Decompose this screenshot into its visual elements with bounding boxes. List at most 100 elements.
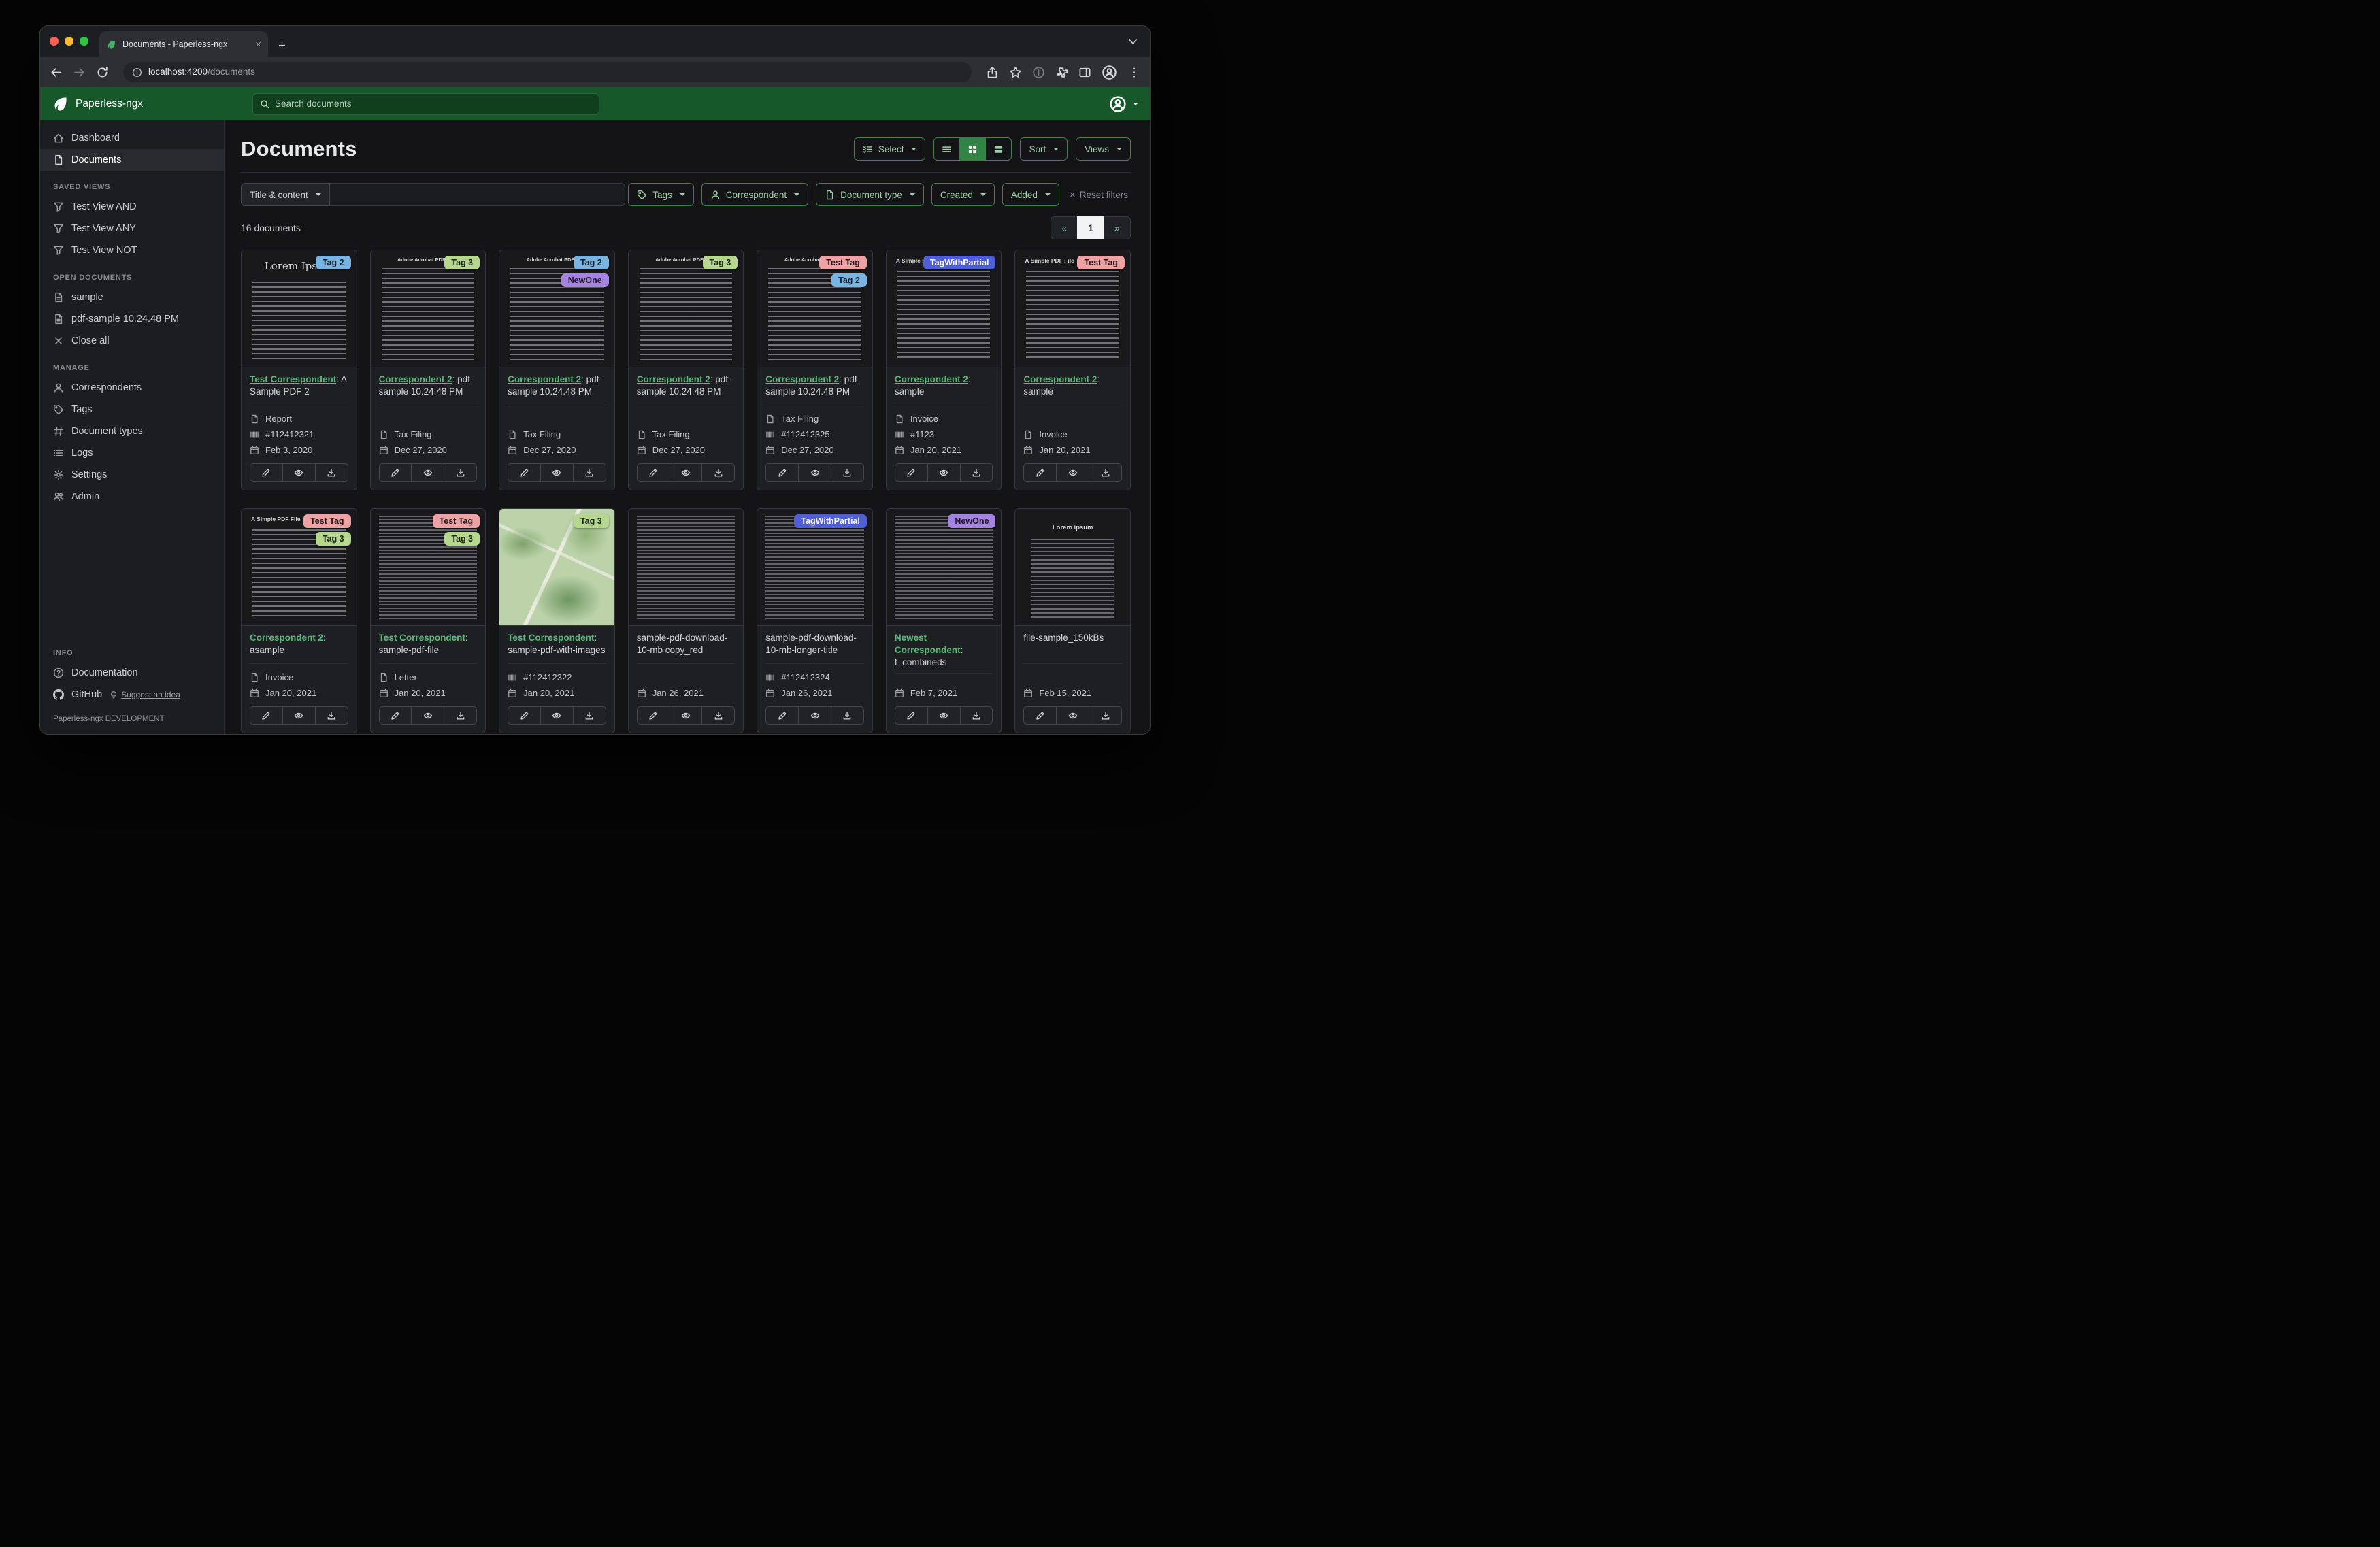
edit-button[interactable] <box>765 463 799 482</box>
document-title[interactable]: Correspondent 2: pdf-sample 10.24.48 PM <box>378 373 478 405</box>
document-title[interactable]: Correspondent 2: sample <box>894 373 993 405</box>
browser-tab[interactable]: Documents - Paperless-ngx × <box>99 31 268 57</box>
document-thumbnail[interactable]: Tag 3 <box>499 509 614 626</box>
download-button[interactable] <box>444 706 478 725</box>
download-button[interactable] <box>701 463 736 482</box>
download-button[interactable] <box>1089 463 1122 482</box>
document-thumbnail[interactable]: Lorem ipsum <box>1015 509 1130 626</box>
edit-button[interactable] <box>250 706 283 725</box>
correspondent-link[interactable]: Correspondent 2 <box>637 374 710 384</box>
global-search[interactable] <box>252 93 599 115</box>
created-filter-button[interactable]: Created <box>931 183 995 206</box>
correspondent-link[interactable]: Correspondent 2 <box>250 633 323 643</box>
share-icon[interactable] <box>986 66 999 79</box>
view-button[interactable] <box>540 706 574 725</box>
edit-button[interactable] <box>1023 463 1057 482</box>
search-input[interactable] <box>275 99 592 109</box>
edit-button[interactable] <box>378 706 412 725</box>
tag-badge[interactable]: Test Tag <box>819 256 867 269</box>
split-view-icon[interactable] <box>1078 66 1091 79</box>
tag-badge[interactable]: Tag 3 <box>444 256 480 269</box>
sidebar-item-documents[interactable]: Documents <box>40 149 224 171</box>
correspondent-link[interactable]: Correspondent 2 <box>508 374 581 384</box>
added-filter-button[interactable]: Added <box>1002 183 1059 206</box>
view-button[interactable] <box>927 706 961 725</box>
document-title[interactable]: Newest Correspondent: f_combineds <box>894 632 993 675</box>
view-button[interactable] <box>669 463 703 482</box>
sort-button[interactable]: Sort <box>1020 137 1068 161</box>
edit-button[interactable] <box>894 706 928 725</box>
sidebar-item-tags[interactable]: Tags <box>40 399 224 420</box>
document-title[interactable]: Test Correspondent: sample-pdf-with-imag… <box>508 632 606 664</box>
views-button[interactable]: Views <box>1076 137 1131 161</box>
download-button[interactable] <box>959 463 993 482</box>
tag-badge[interactable]: Tag 3 <box>702 256 738 269</box>
new-tab-button[interactable] <box>272 35 291 54</box>
document-thumbnail[interactable]: A Simple PDF File TagWithPartial <box>886 250 1002 367</box>
edit-button[interactable] <box>894 463 928 482</box>
edit-button[interactable] <box>508 706 541 725</box>
document-thumbnail[interactable]: TagWithPartial <box>757 509 872 626</box>
view-button[interactable] <box>927 463 961 482</box>
download-button[interactable] <box>444 463 478 482</box>
sidebar-item-documentation[interactable]: Documentation <box>40 662 224 684</box>
sidebar-item-github[interactable]: GitHub <box>53 689 102 700</box>
correspondent-link[interactable]: Correspondent 2 <box>379 374 452 384</box>
download-button[interactable] <box>831 706 864 725</box>
document-thumbnail[interactable]: Adobe Acrobat PDF Files Tag 3 <box>370 250 486 367</box>
view-button[interactable] <box>798 463 831 482</box>
forward-icon[interactable] <box>73 66 86 79</box>
site-info-icon[interactable] <box>132 67 142 78</box>
tag-badge[interactable]: Tag 3 <box>444 532 480 546</box>
view-button[interactable] <box>411 706 445 725</box>
correspondent-link[interactable]: Correspondent 2 <box>765 374 839 384</box>
download-button[interactable] <box>314 463 348 482</box>
view-button[interactable] <box>282 706 316 725</box>
correspondent-link[interactable]: Newest Correspondent <box>895 633 961 655</box>
sidebar-item-correspondents[interactable]: Correspondents <box>40 377 224 399</box>
sidebar-item-close-all[interactable]: Close all <box>40 330 224 352</box>
browser-menu-icon[interactable] <box>1127 66 1140 79</box>
document-title[interactable]: Test Correspondent: sample-pdf-file <box>378 632 478 664</box>
document-thumbnail[interactable]: A Simple PDF File Test Tag <box>1015 250 1130 367</box>
bookmark-star-icon[interactable] <box>1009 66 1022 79</box>
tag-badge[interactable]: Tag 3 <box>315 532 351 546</box>
status-icon[interactable] <box>1032 66 1045 79</box>
document-thumbnail[interactable]: Lorem Ipsum Tag 2 <box>242 250 357 367</box>
extensions-icon[interactable] <box>1055 66 1068 79</box>
document-title[interactable]: Correspondent 2: asample <box>250 632 348 664</box>
document-title[interactable]: Correspondent 2: pdf-sample 10.24.48 PM <box>636 373 736 405</box>
tab-search-icon[interactable] <box>1127 35 1139 48</box>
document-thumbnail[interactable]: A Simple PDF File Test Tag Tag 3 <box>242 509 357 626</box>
app-brand[interactable]: Paperless-ngx <box>52 95 234 112</box>
correspondent-link[interactable]: Test Correspondent <box>250 374 336 384</box>
document-type-filter-button[interactable]: Document type <box>816 183 924 206</box>
tag-badge[interactable]: NewOne <box>561 273 609 287</box>
document-thumbnail[interactable]: Adobe Acrobat PDF Files Tag 3 <box>628 250 744 367</box>
document-title[interactable]: sample-pdf-download-10-mb copy_red <box>636 632 736 664</box>
sidebar-item-test-view-not[interactable]: Test View NOT <box>40 239 224 261</box>
pagination-next-button[interactable]: » <box>1104 216 1131 239</box>
document-thumbnail[interactable]: NewOne <box>886 509 1002 626</box>
reload-icon[interactable] <box>96 66 109 79</box>
sidebar-item-dashboard[interactable]: Dashboard <box>40 127 224 149</box>
document-title[interactable]: Correspondent 2: sample <box>1023 373 1122 405</box>
view-button[interactable] <box>411 463 445 482</box>
sidebar-item-admin[interactable]: Admin <box>40 486 224 508</box>
address-bar[interactable]: localhost:4200/documents <box>123 62 972 82</box>
tag-badge[interactable]: TagWithPartial <box>794 514 867 528</box>
tag-badge[interactable]: Test Tag <box>432 514 480 528</box>
correspondent-filter-button[interactable]: Correspondent <box>701 183 809 206</box>
download-button[interactable] <box>572 706 606 725</box>
download-button[interactable] <box>1089 706 1122 725</box>
tab-close-icon[interactable]: × <box>255 39 261 50</box>
sidebar-item-open-doc-sample[interactable]: sample <box>40 286 224 308</box>
edit-button[interactable] <box>250 463 283 482</box>
pagination-prev-button[interactable]: « <box>1051 216 1078 239</box>
document-thumbnail[interactable]: Test Tag Tag 3 <box>370 509 486 626</box>
filter-text-input[interactable] <box>329 183 625 206</box>
document-thumbnail[interactable]: Adobe Acrobat PDF Files Test Tag Tag 2 <box>757 250 872 367</box>
select-button[interactable]: Select <box>853 137 926 161</box>
view-grid-button[interactable] <box>959 137 987 161</box>
download-button[interactable] <box>959 706 993 725</box>
